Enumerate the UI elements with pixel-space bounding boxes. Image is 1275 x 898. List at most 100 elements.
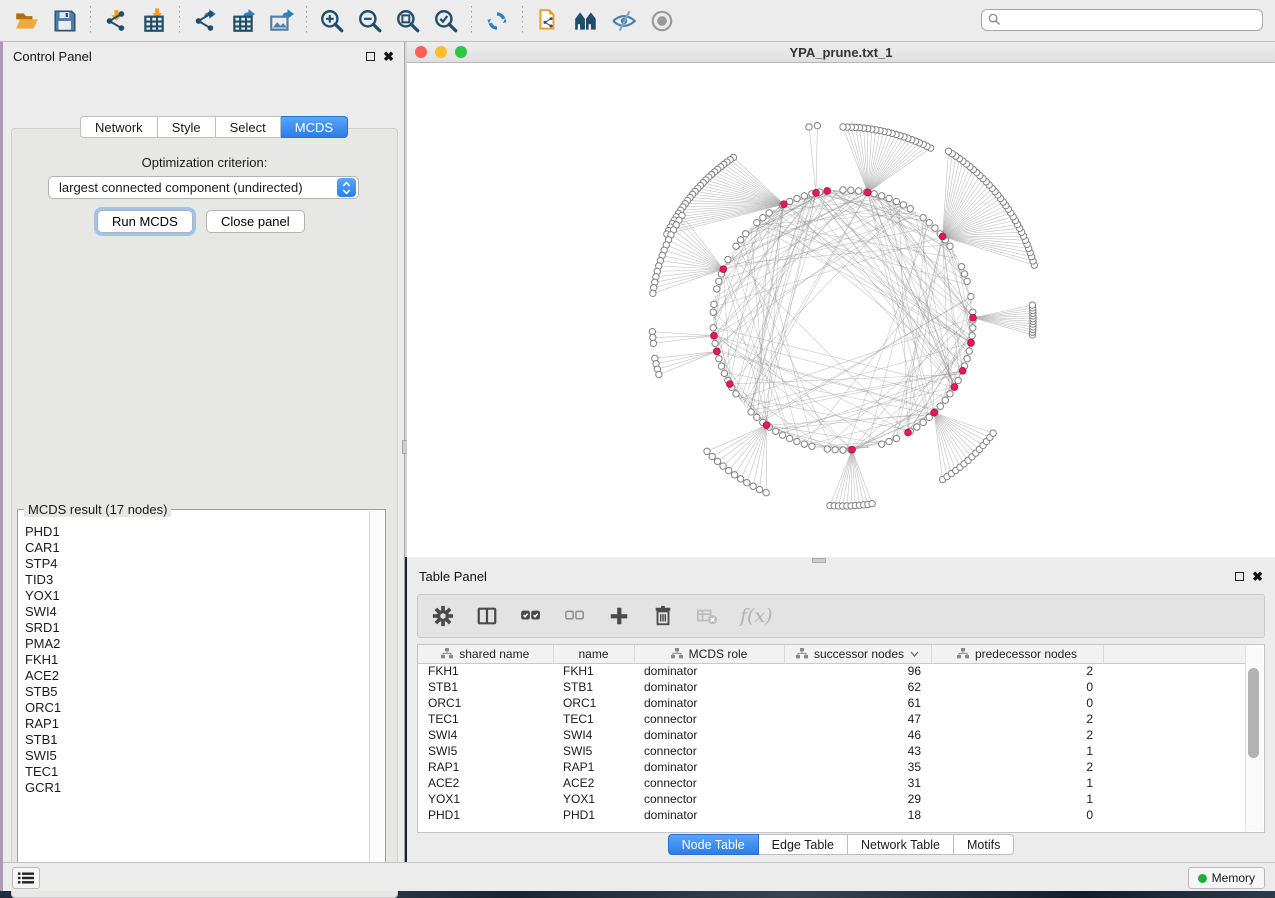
tab-network[interactable]: Network <box>80 116 158 138</box>
table-row[interactable]: ACE2ACE2connector311 <box>418 775 1248 791</box>
table-cell: 2 <box>931 711 1103 727</box>
search-input[interactable] <box>981 9 1263 31</box>
float-table-panel-icon[interactable] <box>1235 572 1244 581</box>
import-table-icon[interactable] <box>135 4 173 38</box>
mcds-node-item[interactable]: PMA2 <box>25 636 368 652</box>
table-cell: FKH1 <box>418 663 553 679</box>
table-row[interactable]: SWI4SWI4dominator462 <box>418 727 1248 743</box>
first-neighbors-icon[interactable] <box>567 4 605 38</box>
tab-select[interactable]: Select <box>216 116 281 138</box>
refresh-icon[interactable] <box>478 4 516 38</box>
table-row[interactable]: STB1STB1dominator620 <box>418 679 1248 695</box>
mcds-node-item[interactable]: STB5 <box>25 684 368 700</box>
mcds-node-item[interactable]: ORC1 <box>25 700 368 716</box>
toolbar-separator <box>522 6 523 36</box>
mcds-node-item[interactable]: TEC1 <box>25 764 368 780</box>
search-box <box>981 9 1263 31</box>
mcds-node-item[interactable]: SWI4 <box>25 604 368 620</box>
table-cell: 35 <box>784 759 931 775</box>
mcds-node-item[interactable]: RAP1 <box>25 716 368 732</box>
new-network-from-selection-icon[interactable] <box>529 4 567 38</box>
close-table-panel-icon[interactable]: ✖ <box>1252 572 1263 581</box>
show-all-icon[interactable] <box>643 4 681 38</box>
table-row[interactable]: ORC1ORC1dominator610 <box>418 695 1248 711</box>
tab-edge-table[interactable]: Edge Table <box>759 834 848 855</box>
network-window-titlebar[interactable]: YPA_prune.txt_1 <box>407 42 1275 63</box>
table-cell: TEC1 <box>418 711 553 727</box>
split-view-icon[interactable] <box>476 605 498 627</box>
column-header-successor-nodes[interactable]: successor nodes <box>784 645 931 663</box>
table-settings-icon[interactable] <box>432 605 454 627</box>
table-row[interactable]: TEC1TEC1connector472 <box>418 711 1248 727</box>
table-cell: PHD1 <box>418 807 553 823</box>
table-cell: 0 <box>931 679 1103 695</box>
column-header-predecessor-nodes[interactable]: predecessor nodes <box>931 645 1103 663</box>
tab-mcds[interactable]: MCDS <box>281 116 348 138</box>
node-table: shared namenameMCDS rolesuccessor nodesp… <box>417 644 1265 833</box>
import-network-icon[interactable] <box>97 4 135 38</box>
mcds-node-item[interactable]: ACE2 <box>25 668 368 684</box>
run-mcds-button[interactable]: Run MCDS <box>97 210 193 233</box>
mcds-node-item[interactable]: YOX1 <box>25 588 368 604</box>
table-scrollbar-thumb[interactable] <box>1248 668 1259 758</box>
table-cell: RAP1 <box>553 759 634 775</box>
add-column-icon[interactable] <box>608 605 630 627</box>
mcds-node-item[interactable]: STB1 <box>25 732 368 748</box>
mcds-node-item[interactable]: STP4 <box>25 556 368 572</box>
tab-network-table[interactable]: Network Table <box>848 834 954 855</box>
save-session-icon[interactable] <box>46 4 84 38</box>
table-row[interactable]: YOX1YOX1connector291 <box>418 791 1248 807</box>
task-history-button[interactable] <box>12 867 40 889</box>
table-cell: 2 <box>931 727 1103 743</box>
network-view-panel: YPA_prune.txt_1 <box>407 42 1275 557</box>
hide-selected-icon[interactable] <box>605 4 643 38</box>
memory-status-dot <box>1198 874 1207 883</box>
table-row[interactable]: FKH1FKH1dominator962 <box>418 663 1248 679</box>
table-cell: dominator <box>634 727 784 743</box>
toolbar-separator <box>471 6 472 36</box>
select-all-icon[interactable] <box>520 605 542 627</box>
mcds-node-item[interactable]: GCR1 <box>25 780 368 796</box>
tab-node-table[interactable]: Node Table <box>668 834 759 855</box>
table-cell: SWI4 <box>418 727 553 743</box>
mcds-node-item[interactable]: SWI5 <box>25 748 368 764</box>
table-toolbar: f(x) <box>417 594 1265 638</box>
network-title: YPA_prune.txt_1 <box>407 45 1275 60</box>
column-header-shared-name[interactable]: shared name <box>418 645 553 663</box>
control-panel-title: Control Panel <box>13 49 92 64</box>
float-panel-icon[interactable] <box>366 52 375 61</box>
mcds-node-item[interactable]: TID3 <box>25 572 368 588</box>
mcds-node-item[interactable]: FKH1 <box>25 652 368 668</box>
table-row[interactable]: SWI5SWI5connector431 <box>418 743 1248 759</box>
export-image-icon[interactable] <box>262 4 300 38</box>
memory-button[interactable]: Memory <box>1188 867 1265 889</box>
open-session-icon[interactable] <box>8 4 46 38</box>
close-panel-icon[interactable]: ✖ <box>383 52 394 61</box>
mcds-node-item[interactable]: PHD1 <box>25 524 368 540</box>
table-cell: TEC1 <box>553 711 634 727</box>
table-row[interactable]: PHD1PHD1dominator180 <box>418 807 1248 823</box>
mcds-node-item[interactable]: CAR1 <box>25 540 368 556</box>
export-network-icon[interactable] <box>186 4 224 38</box>
tab-style[interactable]: Style <box>158 116 216 138</box>
export-table-icon[interactable] <box>224 4 262 38</box>
delete-column-icon[interactable] <box>652 605 674 627</box>
table-cell: 1 <box>931 791 1103 807</box>
network-graph-canvas[interactable] <box>407 63 1273 556</box>
zoom-in-icon[interactable] <box>313 4 351 38</box>
mcds-node-item[interactable]: SRD1 <box>25 620 368 636</box>
column-header-MCDS-role[interactable]: MCDS role <box>634 645 784 663</box>
zoom-out-icon[interactable] <box>351 4 389 38</box>
table-row[interactable]: RAP1RAP1dominator352 <box>418 759 1248 775</box>
column-header-name[interactable]: name <box>553 645 634 663</box>
table-cell: ORC1 <box>553 695 634 711</box>
zoom-fit-icon[interactable] <box>389 4 427 38</box>
zoom-selected-icon[interactable] <box>427 4 465 38</box>
mcds-list-scrollbar[interactable] <box>369 511 385 878</box>
optimization-criterion-select[interactable]: largest connected component (undirected) <box>48 176 359 199</box>
tab-motifs[interactable]: Motifs <box>954 834 1014 855</box>
table-cell: 0 <box>931 695 1103 711</box>
deselect-all-icon[interactable] <box>564 605 586 627</box>
mcds-result-list[interactable]: PHD1CAR1STP4TID3YOX1SWI4SRD1PMA2FKH1ACE2… <box>18 517 368 879</box>
close-panel-button[interactable]: Close panel <box>206 210 305 233</box>
